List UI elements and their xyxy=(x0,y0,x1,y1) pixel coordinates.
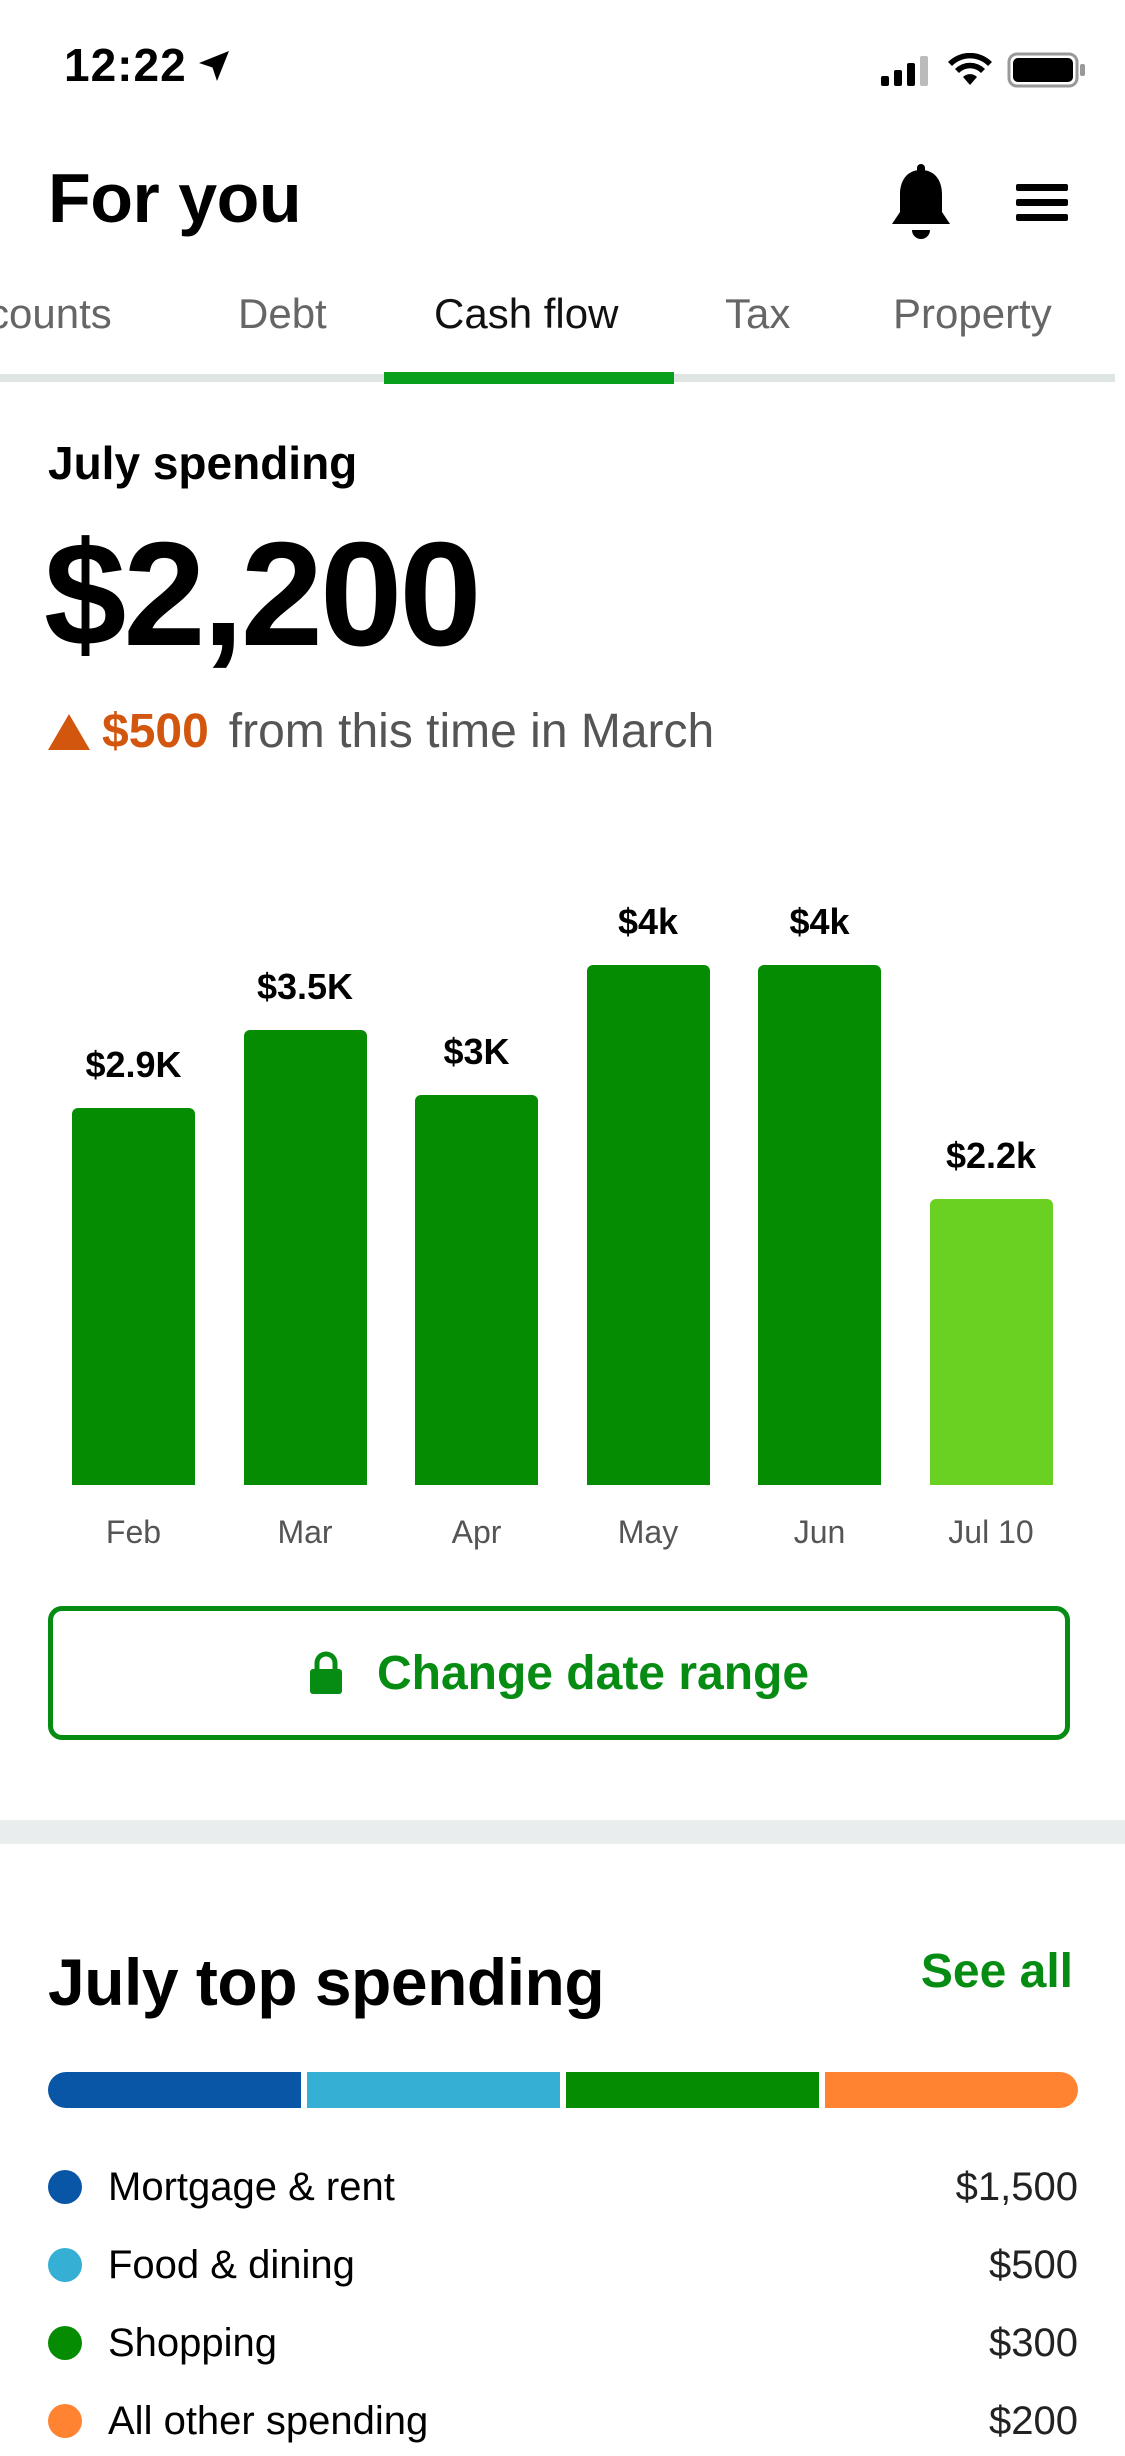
x-axis-label: Feb xyxy=(105,1514,162,1550)
category-amount: $500 xyxy=(989,2242,1078,2287)
category-amount: $200 xyxy=(989,2398,1078,2443)
category-row-mortgage-rent[interactable]: Mortgage & rent $1,500 xyxy=(48,2152,1078,2222)
category-row-shopping[interactable]: Shopping $300 xyxy=(48,2308,1078,2378)
spending-bar-chart: $2.9K Feb $3.5K Mar $3K Apr $4k May $4k Jun $2.2k J… xyxy=(0,860,1125,1560)
bar-value-label: $3.5K xyxy=(256,966,354,1007)
category-name: Mortgage & rent xyxy=(108,2164,395,2209)
location-arrow-icon xyxy=(199,51,229,81)
segment-shopping xyxy=(566,2072,819,2108)
hamburger-menu-icon[interactable] xyxy=(1014,172,1070,232)
status-icons xyxy=(881,50,1087,90)
bar-value-label: $2.2k xyxy=(945,1135,1037,1176)
segment-food-dining xyxy=(307,2072,560,2108)
lock-icon xyxy=(309,1651,342,1694)
bar-mar[interactable] xyxy=(243,1030,367,1485)
change-date-range-label: Change date range xyxy=(376,1646,810,1700)
spending-label: July spending xyxy=(48,437,358,489)
category-row-other[interactable]: All other spending $200 xyxy=(48,2386,1078,2456)
bar-value-label: $2.9K xyxy=(85,1044,182,1085)
tab-debt[interactable]: Debt xyxy=(238,290,327,338)
category-name: Food & dining xyxy=(108,2242,355,2287)
delta-value: $500 xyxy=(102,705,209,758)
bar-jun[interactable] xyxy=(758,965,881,1485)
x-axis-label: Jul 10 xyxy=(948,1514,1034,1550)
tab-property[interactable]: Property xyxy=(893,290,1052,338)
bar-value-label: $3K xyxy=(443,1031,510,1072)
spending-delta: $500 from this time in March xyxy=(48,704,714,759)
category-dot xyxy=(48,2248,82,2282)
page-title: For you xyxy=(48,159,302,237)
bell-icon[interactable] xyxy=(886,164,956,244)
bar-may[interactable] xyxy=(586,965,710,1485)
bar-apr[interactable] xyxy=(415,1095,538,1485)
bar-value-label: $4k xyxy=(789,901,850,942)
see-all-link[interactable]: See all xyxy=(921,1944,1073,1999)
tab-cash-flow[interactable]: Cash flow xyxy=(434,290,618,338)
tab-accounts[interactable]: counts xyxy=(0,290,112,338)
status-time: 12:22 xyxy=(64,39,187,91)
category-amount: $1,500 xyxy=(955,2164,1078,2209)
delta-text: from this time in March xyxy=(228,705,715,758)
section-divider xyxy=(0,1820,1125,1844)
bar-jul-10[interactable] xyxy=(929,1199,1053,1485)
top-spending-title: July top spending xyxy=(48,1945,605,2019)
status-bar: 12:22 xyxy=(0,0,1125,132)
category-dot xyxy=(48,2170,82,2204)
category-dot xyxy=(48,2326,82,2360)
tab-bar: counts Debt Cash flow Tax Property xyxy=(0,270,1125,386)
header: For you xyxy=(0,150,1125,260)
category-dot xyxy=(48,2404,82,2438)
x-axis-label: May xyxy=(617,1514,679,1550)
bar-value-label: $4k xyxy=(617,901,679,942)
x-axis-label: Mar xyxy=(277,1514,333,1550)
wifi-icon xyxy=(948,53,992,85)
tab-tax[interactable]: Tax xyxy=(725,290,790,338)
x-axis-label: Jun xyxy=(793,1514,846,1550)
spending-breakdown-bar xyxy=(48,2072,1078,2108)
category-row-food-dining[interactable]: Food & dining $500 xyxy=(48,2230,1078,2300)
x-axis-label: Apr xyxy=(451,1514,502,1550)
segment-other xyxy=(825,2072,1078,2108)
segment-mortgage-rent xyxy=(48,2072,301,2108)
triangle-up-icon xyxy=(48,713,90,750)
category-name: Shopping xyxy=(108,2320,278,2365)
spending-amount: $2,200 xyxy=(44,512,482,677)
bar-feb[interactable] xyxy=(72,1108,195,1485)
battery-icon xyxy=(1007,52,1085,88)
category-amount: $300 xyxy=(989,2320,1078,2365)
cellular-signal-icon xyxy=(881,56,928,86)
active-tab-indicator xyxy=(384,372,674,384)
change-date-range-button[interactable]: Change date range xyxy=(48,1606,1070,1740)
category-name: All other spending xyxy=(108,2398,429,2443)
